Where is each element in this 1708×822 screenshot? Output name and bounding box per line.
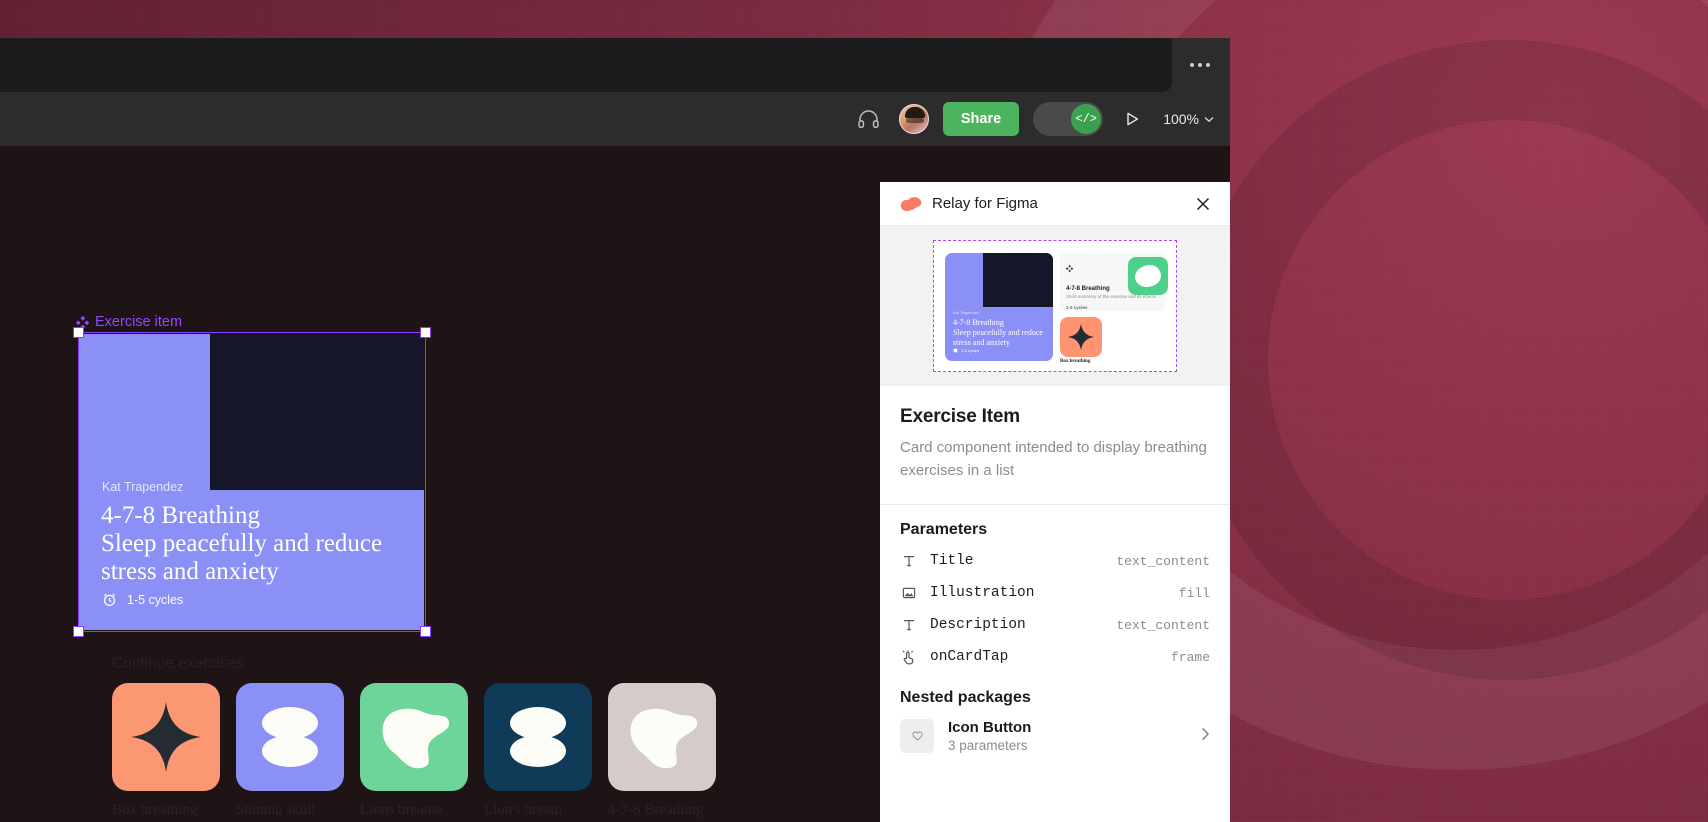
exercise-thumb-item[interactable]: Shining skull breath <box>236 683 344 822</box>
avatar[interactable] <box>898 104 929 134</box>
parameter-name: onCardTap <box>930 649 1009 665</box>
nested-packages-section: Nested packages Icon Button 3 parameters <box>880 679 1230 775</box>
exercise-thumb-tile[interactable] <box>236 683 344 791</box>
figma-window: Share </> 100% Exercise item Kat Trapend… <box>0 38 1230 822</box>
parameter-name: Description <box>930 617 1026 633</box>
preview-card-blob <box>983 253 1053 307</box>
preview-card-title: 4-7-8 Breathing Sleep peacefully and red… <box>953 318 1049 348</box>
code-icon: </> <box>1071 104 1102 134</box>
exercise-thumb-label: 4-7-8 Breathing <box>608 802 704 818</box>
exercise-thumb-item[interactable]: Lion's breath <box>484 683 592 822</box>
panel-title: Relay for Figma <box>932 195 1038 212</box>
toolbar: Share </> 100% <box>0 92 1230 146</box>
dev-mode-toggle[interactable]: </> <box>1033 102 1104 136</box>
headphones-icon[interactable] <box>853 103 885 135</box>
resize-handle-top-left[interactable] <box>73 327 84 338</box>
selection-outline <box>73 327 431 637</box>
preview-frame: Kat Trapendez 4-7-8 Breathing Sleep peac… <box>933 240 1177 372</box>
zoom-control[interactable]: 100% <box>1161 111 1214 127</box>
preview-title-line-2: Sleep peacefully and reduce <box>953 328 1043 337</box>
exercise-thumb-tile[interactable] <box>360 683 468 791</box>
preview-green-tile <box>1128 257 1168 295</box>
resize-handle-bottom-right[interactable] <box>420 626 431 637</box>
parameter-row[interactable]: onCardTap frame <box>900 641 1210 673</box>
nested-package-text: Icon Button 3 parameters <box>948 719 1187 753</box>
preview-card-meta: 1-5 cycles <box>953 348 979 353</box>
relay-plugin-panel: Relay for Figma Kat Trapendez 4-7-8 Brea… <box>880 182 1230 822</box>
component-info: Exercise Item Card component intended to… <box>880 386 1230 505</box>
preview-orange-tile <box>1060 317 1102 357</box>
parameter-type: text_content <box>1116 617 1210 633</box>
preview-card-author: Kat Trapendez <box>953 310 980 315</box>
preview-exercise-card: Kat Trapendez 4-7-8 Breathing Sleep peac… <box>945 253 1053 361</box>
blob-wave-icon <box>630 708 698 769</box>
exercise-thumb-item[interactable]: Lions breathe <box>360 683 468 822</box>
parameter-row[interactable]: Description text_content <box>900 609 1210 641</box>
chevron-down-icon <box>1204 116 1214 122</box>
component-name: Exercise Item <box>900 406 1020 427</box>
nested-packages-heading: Nested packages <box>900 689 1031 706</box>
more-options-button[interactable] <box>1180 50 1220 80</box>
exercise-thumb-item[interactable]: Box breathing <box>112 683 220 822</box>
share-button[interactable]: Share <box>942 102 1020 136</box>
nested-package-name: Icon Button <box>948 719 1032 736</box>
exercise-thumb-tile[interactable] <box>484 683 592 791</box>
component-diamond-icon <box>1065 264 1074 273</box>
blob-icon <box>1135 265 1161 287</box>
nested-package-subtitle: 3 parameters <box>948 738 1028 753</box>
blob-two-icon <box>262 707 318 767</box>
exercise-thumb-label: Lions breathe <box>360 802 443 818</box>
frame-label[interactable]: Exercise item <box>76 314 182 330</box>
exercise-thumb-label: Lion's breath <box>484 802 563 818</box>
parameter-row[interactable]: Illustration fill <box>900 577 1210 609</box>
tab-strip <box>0 38 1172 92</box>
exercise-thumb-tile[interactable] <box>112 683 220 791</box>
sparkle-icon <box>1067 323 1095 351</box>
preview-card-meta-text: 1-5 cycles <box>961 348 980 353</box>
exercise-thumb-item[interactable]: 4-7-8 Breathing <box>608 683 716 822</box>
text-type-icon <box>900 554 917 568</box>
nested-package-row[interactable]: Icon Button 3 parameters <box>900 715 1210 757</box>
image-type-icon <box>900 586 917 600</box>
exercise-thumb-tile[interactable] <box>608 683 716 791</box>
resize-handle-bottom-left[interactable] <box>73 626 84 637</box>
preview-title-line-3: stress and anxiety <box>953 338 1010 347</box>
panel-header: Relay for Figma <box>880 182 1230 226</box>
exercise-thumb-label: Shining skull breath <box>236 802 316 822</box>
preview-info-meta: 1-5 cycles <box>1066 305 1088 310</box>
text-type-icon <box>900 618 917 632</box>
zoom-level-label: 100% <box>1163 111 1199 127</box>
continue-exercises-row: Box breathing Shining skull breath <box>112 683 716 822</box>
parameter-name: Illustration <box>930 585 1035 601</box>
parameter-row[interactable]: Title text_content <box>900 545 1210 577</box>
heart-icon <box>900 719 934 753</box>
sparkle-icon <box>131 702 201 772</box>
relay-logo-icon <box>900 196 922 211</box>
blob-two-icon <box>510 707 566 767</box>
preview-title-line-1: 4-7-8 Breathing <box>953 318 1004 327</box>
alarm-clock-icon <box>953 348 958 353</box>
dot <box>1198 63 1202 67</box>
dot <box>1190 63 1194 67</box>
close-icon[interactable] <box>1190 191 1216 217</box>
component-description: Card component intended to display breat… <box>900 439 1207 479</box>
frame-label-text: Exercise item <box>95 314 183 330</box>
continue-exercises-title: Continue exercises <box>112 655 244 672</box>
exercise-thumb-label: Box breathing <box>112 802 198 818</box>
tap-gesture-icon <box>900 649 917 665</box>
parameter-type: text_content <box>1116 553 1210 569</box>
blob-wave-icon <box>382 708 450 769</box>
play-icon[interactable] <box>1117 104 1147 134</box>
parameter-type: fill <box>1178 585 1210 601</box>
resize-handle-top-right[interactable] <box>420 327 431 338</box>
parameter-name: Title <box>930 553 974 569</box>
chevron-right-icon[interactable] <box>1201 727 1210 746</box>
parameter-type: frame <box>1170 649 1210 665</box>
component-preview-area: Kat Trapendez 4-7-8 Breathing Sleep peac… <box>880 226 1230 386</box>
preview-orange-label: Box breathing <box>1060 359 1091 364</box>
titlebar <box>0 38 1230 92</box>
dot <box>1206 63 1210 67</box>
parameters-heading: Parameters <box>900 521 988 538</box>
parameters-section: Parameters Title text_content Illustrati… <box>880 505 1230 679</box>
